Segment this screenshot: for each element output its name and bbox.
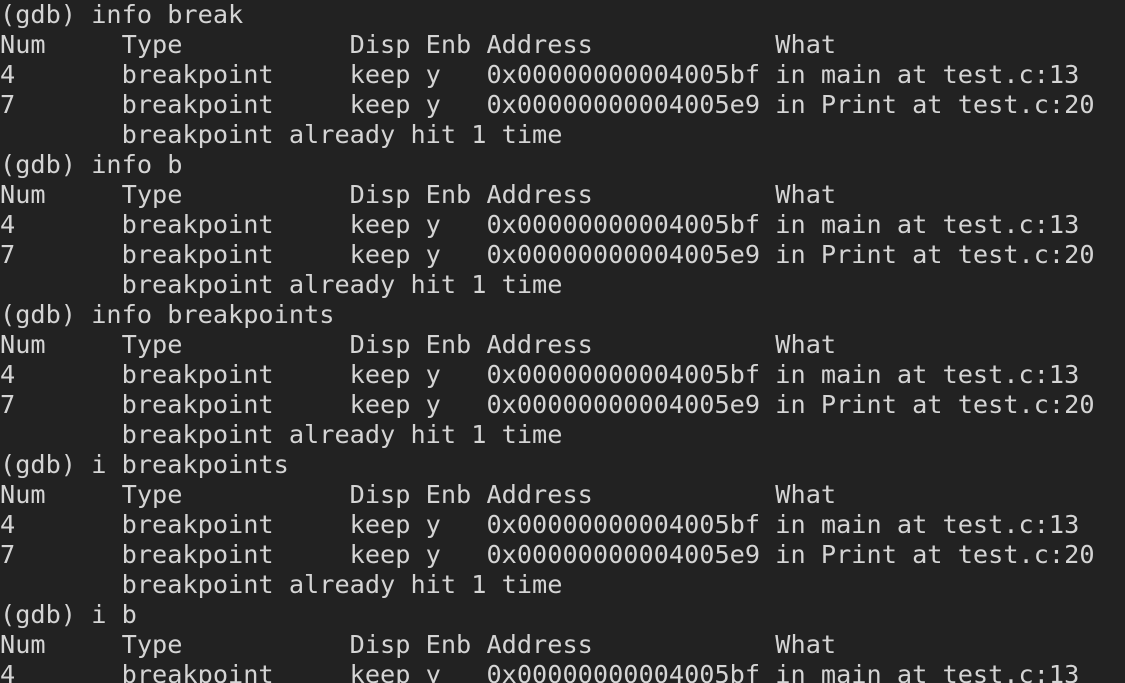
terminal-line-hit-note: breakpoint already hit 1 time	[0, 420, 563, 449]
terminal-line-breakpoint-row: 7 breakpoint keep y 0x00000000004005e9 i…	[0, 540, 1095, 569]
terminal-line-hit-note: breakpoint already hit 1 time	[0, 270, 563, 299]
terminal-line-hit-note: breakpoint already hit 1 time	[0, 570, 563, 599]
terminal-window[interactable]: (gdb) info break Num Type Disp Enb Addre…	[0, 0, 1125, 683]
terminal-line-table-header: Num Type Disp Enb Address What	[0, 630, 837, 659]
terminal-line-table-header: Num Type Disp Enb Address What	[0, 480, 837, 509]
terminal-line-breakpoint-row: 4 breakpoint keep y 0x00000000004005bf i…	[0, 360, 1080, 389]
terminal-line-breakpoint-row: 7 breakpoint keep y 0x00000000004005e9 i…	[0, 240, 1095, 269]
terminal-line-command: (gdb) i b	[0, 600, 137, 629]
terminal-line-command: (gdb) info b	[0, 150, 183, 179]
terminal-line-command: (gdb) info break	[0, 0, 244, 29]
terminal-line-table-header: Num Type Disp Enb Address What	[0, 330, 837, 359]
terminal-line-hit-note: breakpoint already hit 1 time	[0, 120, 563, 149]
terminal-line-breakpoint-row: 4 breakpoint keep y 0x00000000004005bf i…	[0, 60, 1080, 89]
terminal-line-breakpoint-row: 4 breakpoint keep y 0x00000000004005bf i…	[0, 210, 1080, 239]
terminal-line-breakpoint-row: 4 breakpoint keep y 0x00000000004005bf i…	[0, 510, 1080, 539]
terminal-line-table-header: Num Type Disp Enb Address What	[0, 30, 837, 59]
terminal-line-command: (gdb) info breakpoints	[0, 300, 335, 329]
terminal-line-command: (gdb) i breakpoints	[0, 450, 289, 479]
terminal-line-breakpoint-row: 7 breakpoint keep y 0x00000000004005e9 i…	[0, 390, 1095, 419]
terminal-line-breakpoint-row: 7 breakpoint keep y 0x00000000004005e9 i…	[0, 90, 1095, 119]
terminal-line-breakpoint-row: 4 breakpoint keep y 0x00000000004005bf i…	[0, 660, 1080, 683]
terminal-line-table-header: Num Type Disp Enb Address What	[0, 180, 837, 209]
